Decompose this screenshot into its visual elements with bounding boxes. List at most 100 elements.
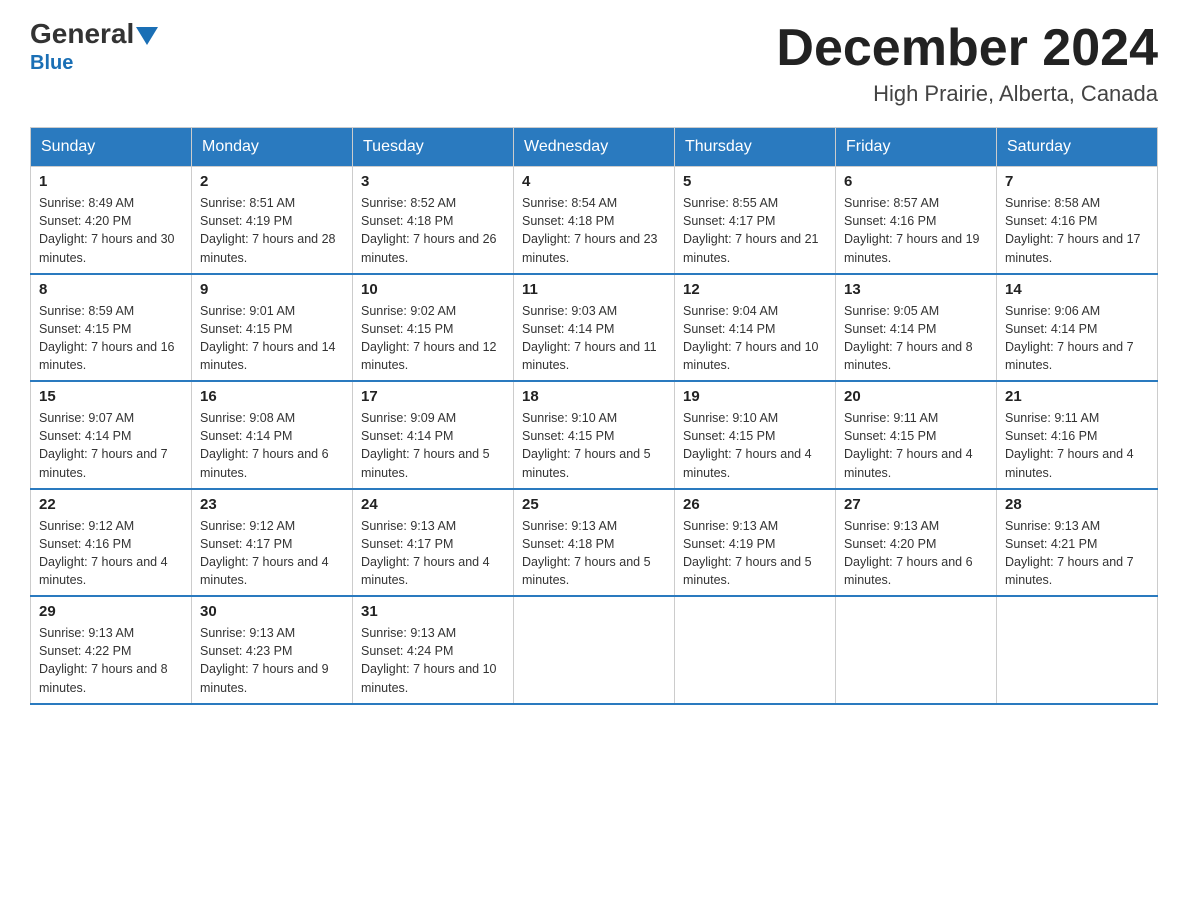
calendar-day-26: 26Sunrise: 9:13 AMSunset: 4:19 PMDayligh… <box>675 489 836 597</box>
calendar-day-1: 1 Sunrise: 8:49 AMSunset: 4:20 PMDaylight… <box>31 167 192 274</box>
day-of-week-saturday: Saturday <box>997 128 1158 167</box>
day-number: 12 <box>683 281 827 298</box>
day-info: Sunrise: 9:05 AMSunset: 4:14 PMDaylight:… <box>844 302 988 375</box>
day-number: 21 <box>1005 388 1149 405</box>
day-info: Sunrise: 9:08 AMSunset: 4:14 PMDaylight:… <box>200 409 344 482</box>
day-number: 29 <box>39 603 183 620</box>
day-number: 28 <box>1005 496 1149 513</box>
page-header: General Blue December 2024 High Prairie,… <box>30 20 1158 107</box>
day-number: 17 <box>361 388 505 405</box>
calendar-day-24: 24Sunrise: 9:13 AMSunset: 4:17 PMDayligh… <box>353 489 514 597</box>
calendar-day-14: 14Sunrise: 9:06 AMSunset: 4:14 PMDayligh… <box>997 274 1158 382</box>
calendar-day-25: 25 Sunrise: 9:13 AMSunset: 4:18 PMDayligh… <box>514 489 675 597</box>
day-number: 15 <box>39 388 183 405</box>
day-of-week-monday: Monday <box>192 128 353 167</box>
day-number: 5 <box>683 173 827 190</box>
day-of-week-wednesday: Wednesday <box>514 128 675 167</box>
calendar-week-5: 29 Sunrise: 9:13 AMSunset: 4:22 PMDayligh… <box>31 596 1158 704</box>
calendar-day-4: 4 Sunrise: 8:54 AMSunset: 4:18 PMDaylight… <box>514 167 675 274</box>
empty-cell <box>675 596 836 704</box>
day-number: 4 <box>522 173 666 190</box>
day-info: Sunrise: 9:04 AMSunset: 4:14 PMDaylight:… <box>683 302 827 375</box>
day-info: Sunrise: 8:59 AMSunset: 4:15 PMDaylight:… <box>39 302 183 375</box>
calendar-day-9: 9Sunrise: 9:01 AMSunset: 4:15 PMDaylight… <box>192 274 353 382</box>
calendar-day-16: 16 Sunrise: 9:08 AMSunset: 4:14 PMDayligh… <box>192 381 353 489</box>
day-number: 25 <box>522 496 666 513</box>
calendar-day-3: 3 Sunrise: 8:52 AMSunset: 4:18 PMDaylight… <box>353 167 514 274</box>
calendar-day-27: 27 Sunrise: 9:13 AMSunset: 4:20 PMDayligh… <box>836 489 997 597</box>
day-info: Sunrise: 9:10 AMSunset: 4:15 PMDaylight:… <box>522 409 666 482</box>
day-number: 1 <box>39 173 183 190</box>
calendar-day-15: 15 Sunrise: 9:07 AMSunset: 4:14 PMDayligh… <box>31 381 192 489</box>
calendar-table: SundayMondayTuesdayWednesdayThursdayFrid… <box>30 127 1158 705</box>
calendar-day-23: 23 Sunrise: 9:12 AMSunset: 4:17 PMDayligh… <box>192 489 353 597</box>
day-number: 27 <box>844 496 988 513</box>
day-number: 10 <box>361 281 505 298</box>
day-info: Sunrise: 9:09 AMSunset: 4:14 PMDaylight:… <box>361 409 505 482</box>
day-info: Sunrise: 9:07 AMSunset: 4:14 PMDaylight:… <box>39 409 183 482</box>
day-number: 11 <box>522 281 666 298</box>
calendar-day-17: 17 Sunrise: 9:09 AMSunset: 4:14 PMDayligh… <box>353 381 514 489</box>
day-number: 7 <box>1005 173 1149 190</box>
day-number: 18 <box>522 388 666 405</box>
calendar-week-2: 8Sunrise: 8:59 AMSunset: 4:15 PMDaylight… <box>31 274 1158 382</box>
day-number: 13 <box>844 281 988 298</box>
day-info: Sunrise: 8:57 AMSunset: 4:16 PMDaylight:… <box>844 194 988 267</box>
calendar-day-18: 18 Sunrise: 9:10 AMSunset: 4:15 PMDayligh… <box>514 381 675 489</box>
day-of-week-sunday: Sunday <box>31 128 192 167</box>
day-info: Sunrise: 9:03 AMSunset: 4:14 PMDaylight:… <box>522 302 666 375</box>
month-title: December 2024 <box>776 20 1158 77</box>
calendar-day-8: 8Sunrise: 8:59 AMSunset: 4:15 PMDaylight… <box>31 274 192 382</box>
calendar-day-31: 31 Sunrise: 9:13 AMSunset: 4:24 PMDayligh… <box>353 596 514 704</box>
calendar-week-1: 1 Sunrise: 8:49 AMSunset: 4:20 PMDaylight… <box>31 167 1158 274</box>
day-info: Sunrise: 9:13 AMSunset: 4:18 PMDaylight:… <box>522 517 666 590</box>
location-label: High Prairie, Alberta, Canada <box>776 81 1158 107</box>
day-number: 31 <box>361 603 505 620</box>
logo-blue-label: Blue <box>30 52 73 75</box>
day-info: Sunrise: 9:13 AMSunset: 4:20 PMDaylight:… <box>844 517 988 590</box>
calendar-day-30: 30 Sunrise: 9:13 AMSunset: 4:23 PMDayligh… <box>192 596 353 704</box>
calendar-day-5: 5 Sunrise: 8:55 AMSunset: 4:17 PMDaylight… <box>675 167 836 274</box>
day-number: 22 <box>39 496 183 513</box>
calendar-header-row: SundayMondayTuesdayWednesdayThursdayFrid… <box>31 128 1158 167</box>
calendar-day-7: 7Sunrise: 8:58 AMSunset: 4:16 PMDaylight… <box>997 167 1158 274</box>
day-of-week-tuesday: Tuesday <box>353 128 514 167</box>
day-number: 26 <box>683 496 827 513</box>
calendar-day-10: 10 Sunrise: 9:02 AMSunset: 4:15 PMDayligh… <box>353 274 514 382</box>
day-info: Sunrise: 9:13 AMSunset: 4:17 PMDaylight:… <box>361 517 505 590</box>
day-info: Sunrise: 9:13 AMSunset: 4:22 PMDaylight:… <box>39 624 183 697</box>
calendar-day-20: 20Sunrise: 9:11 AMSunset: 4:15 PMDayligh… <box>836 381 997 489</box>
logo: General Blue <box>30 20 158 75</box>
day-number: 16 <box>200 388 344 405</box>
calendar-day-29: 29 Sunrise: 9:13 AMSunset: 4:22 PMDayligh… <box>31 596 192 704</box>
day-number: 6 <box>844 173 988 190</box>
day-number: 14 <box>1005 281 1149 298</box>
day-info: Sunrise: 9:12 AMSunset: 4:16 PMDaylight:… <box>39 517 183 590</box>
calendar-day-2: 2 Sunrise: 8:51 AMSunset: 4:19 PMDaylight… <box>192 167 353 274</box>
day-number: 19 <box>683 388 827 405</box>
day-info: Sunrise: 9:11 AMSunset: 4:16 PMDaylight:… <box>1005 409 1149 482</box>
day-number: 2 <box>200 173 344 190</box>
day-info: Sunrise: 9:13 AMSunset: 4:24 PMDaylight:… <box>361 624 505 697</box>
day-of-week-thursday: Thursday <box>675 128 836 167</box>
day-info: Sunrise: 8:55 AMSunset: 4:17 PMDaylight:… <box>683 194 827 267</box>
day-info: Sunrise: 9:12 AMSunset: 4:17 PMDaylight:… <box>200 517 344 590</box>
day-of-week-friday: Friday <box>836 128 997 167</box>
calendar-day-22: 22 Sunrise: 9:12 AMSunset: 4:16 PMDayligh… <box>31 489 192 597</box>
day-number: 23 <box>200 496 344 513</box>
day-info: Sunrise: 9:11 AMSunset: 4:15 PMDaylight:… <box>844 409 988 482</box>
day-info: Sunrise: 8:51 AMSunset: 4:19 PMDaylight:… <box>200 194 344 267</box>
day-info: Sunrise: 9:13 AMSunset: 4:21 PMDaylight:… <box>1005 517 1149 590</box>
calendar-week-3: 15 Sunrise: 9:07 AMSunset: 4:14 PMDayligh… <box>31 381 1158 489</box>
day-number: 3 <box>361 173 505 190</box>
calendar-day-19: 19Sunrise: 9:10 AMSunset: 4:15 PMDayligh… <box>675 381 836 489</box>
day-number: 30 <box>200 603 344 620</box>
day-info: Sunrise: 8:54 AMSunset: 4:18 PMDaylight:… <box>522 194 666 267</box>
day-info: Sunrise: 9:13 AMSunset: 4:23 PMDaylight:… <box>200 624 344 697</box>
day-info: Sunrise: 8:49 AMSunset: 4:20 PMDaylight:… <box>39 194 183 267</box>
empty-cell <box>997 596 1158 704</box>
day-number: 9 <box>200 281 344 298</box>
day-info: Sunrise: 8:52 AMSunset: 4:18 PMDaylight:… <box>361 194 505 267</box>
day-info: Sunrise: 9:02 AMSunset: 4:15 PMDaylight:… <box>361 302 505 375</box>
calendar-day-21: 21 Sunrise: 9:11 AMSunset: 4:16 PMDayligh… <box>997 381 1158 489</box>
